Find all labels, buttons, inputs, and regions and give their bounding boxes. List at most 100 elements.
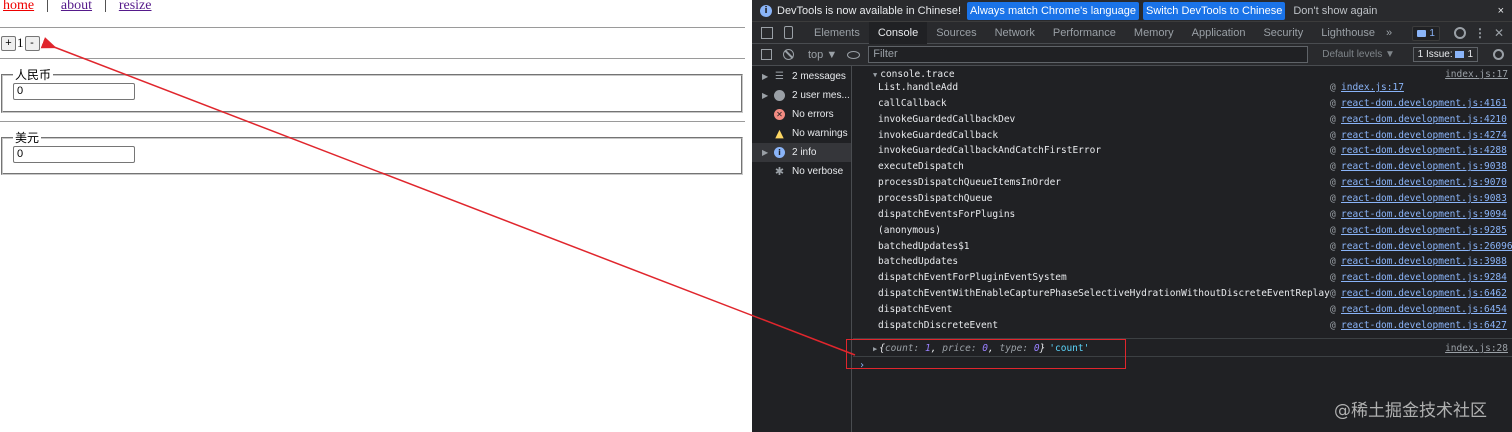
trace-source-link[interactable]: index.js:17 [1445,69,1508,80]
stack-frame-row: executeDispatch @ react-dom.development.js… [878,159,1508,175]
usd-input[interactable]: 0 [13,146,135,163]
counter: + 1 - [1,35,40,51]
issues-counter[interactable]: 1 Issue: 1 [1412,47,1478,62]
live-expression-eye-icon[interactable] [847,50,861,59]
sidebar-item-label: No warnings [792,128,848,139]
message-icon [1417,29,1427,37]
dont-show-again-link[interactable]: Don't show again [1293,5,1377,17]
stack-frame-row: (anonymous) @ react-dom.development.js:928… [878,223,1508,239]
show-sidebar-icon[interactable] [761,49,772,60]
expand-triangle-icon: ▶ [762,91,769,100]
highlight-box [846,339,1126,369]
kebab-menu-icon[interactable]: ⋮ [1474,26,1486,40]
frame-function-name: executeDispatch [878,161,964,173]
frame-source-link[interactable]: index.js:17 [1341,80,1404,96]
frame-at-symbol: @ [1330,224,1336,236]
frame-source-link[interactable]: react-dom.development.js:9070 [1341,175,1507,191]
close-devtools-icon[interactable]: ✕ [1494,26,1504,40]
sidebar-item-messages[interactable]: ▶ ☰ 2 messages [752,67,851,86]
frame-source-link[interactable]: react-dom.development.js:26096 [1341,239,1512,255]
inspect-element-icon[interactable] [761,26,773,39]
frame-at-symbol: @ [1330,288,1336,300]
nav-link-about[interactable]: about [61,0,92,13]
stack-frame-row: batchedUpdates$1 @ react-dom.development.j… [878,239,1512,255]
tab-memory[interactable]: Memory [1125,22,1183,44]
increment-button[interactable]: + [1,35,16,51]
watermark: @稀土掘金技术社区 [1334,401,1487,421]
frame-function-name: dispatchEventsForPlugins [878,208,1016,220]
console-settings-gear-icon[interactable] [1493,49,1504,60]
frame-at-symbol: @ [1330,161,1336,173]
frame-at-symbol: @ [1330,303,1336,315]
switch-to-chinese-button[interactable]: Switch DevTools to Chinese [1143,1,1286,20]
stack-frame-row: dispatchEvent @ react-dom.development.js:6… [878,302,1508,318]
stack-frame-row: processDispatchQueueItemsInOrder @ react-d… [878,175,1508,191]
frame-function-name: batchedUpdates [878,256,959,268]
frame-source-link[interactable]: react-dom.development.js:9285 [1341,223,1507,239]
nav-bar: home | about | resize [3,0,152,14]
frame-source-link[interactable]: react-dom.development.js:4274 [1341,128,1507,144]
frame-source-link[interactable]: react-dom.development.js:9038 [1341,159,1507,175]
device-toolbar-icon[interactable] [784,26,793,39]
frame-source-link[interactable]: react-dom.development.js:9284 [1341,270,1507,286]
verbose-icon: ✱ [774,165,785,178]
tab-elements[interactable]: Elements [805,22,869,44]
stack-frame-row: batchedUpdates @ react-dom.development.js:… [878,254,1508,270]
stack-frame-row: invokeGuardedCallbackAndCatchFirstError @… [878,143,1508,159]
frame-at-symbol: @ [1330,82,1336,93]
context-selector[interactable]: top ▼ [808,49,837,61]
trace-header[interactable]: ▼ console.trace [873,69,955,80]
decrement-button[interactable]: - [24,35,40,51]
expand-triangle-icon: ▶ [762,72,769,81]
frame-at-symbol: @ [1330,129,1336,141]
frame-source-link[interactable]: react-dom.development.js:4210 [1341,112,1507,128]
user-icon [774,90,785,101]
issues-label: 1 Issue: [1417,49,1453,60]
counter-value: 1 [17,35,24,50]
rmb-input[interactable]: 0 [13,83,135,100]
more-tabs-icon[interactable]: » [1386,27,1392,39]
frame-source-link[interactable]: react-dom.development.js:9083 [1341,191,1507,207]
stack-frame-row: dispatchEventWithEnableCapturePhaseSelec… [878,286,1508,302]
expand-triangle-icon: ▶ [762,148,769,157]
frame-source-link[interactable]: react-dom.development.js:3988 [1341,254,1507,270]
rmb-legend: 人民币 [15,68,52,82]
frame-source-link[interactable]: react-dom.development.js:6462 [1341,286,1507,302]
nav-link-home[interactable]: home [3,0,34,13]
divider [0,58,745,59]
sidebar-item-verbose[interactable]: ✱ No verbose [752,162,851,181]
clear-console-icon[interactable] [783,49,794,60]
tab-application[interactable]: Application [1183,22,1255,44]
frame-source-link[interactable]: react-dom.development.js:6454 [1341,302,1507,318]
tab-lighthouse[interactable]: Lighthouse [1312,22,1384,44]
object-source-link[interactable]: index.js:28 [1445,343,1508,354]
sidebar-item-user-messages[interactable]: ▶ 2 user mes... [752,86,851,105]
stack-frame-row: processDispatchQueue @ react-dom.developme… [878,191,1508,207]
tab-security[interactable]: Security [1254,22,1312,44]
frame-function-name: processDispatchQueue [878,192,993,204]
frame-source-link[interactable]: react-dom.development.js:4161 [1341,96,1507,112]
close-icon[interactable]: × [1498,5,1504,17]
console-toolbar: top ▼ Filter Default levels ▼ 1 Issue: 1 [752,44,1512,66]
stack-frame-row: dispatchDiscreteEvent @ react-dom.developm… [878,318,1508,334]
sidebar-item-warnings[interactable]: ▲ No warnings [752,124,851,143]
frame-function-name: invokeGuardedCallbackAndCatchFirstError [878,145,1102,157]
messages-badge[interactable]: 1 [1412,25,1440,41]
log-levels-dropdown[interactable]: Default levels ▼ [1322,49,1395,60]
settings-gear-icon[interactable] [1453,27,1466,39]
nav-link-resize[interactable]: resize [119,0,152,13]
tab-network[interactable]: Network [986,22,1044,44]
infobar-message: DevTools is now available in Chinese! [777,4,962,17]
filter-input[interactable]: Filter [868,46,1309,63]
sidebar-item-errors[interactable]: ✕ No errors [752,105,851,124]
tab-sources[interactable]: Sources [927,22,985,44]
usd-fieldset: 美元 0 [1,129,743,175]
frame-source-link[interactable]: react-dom.development.js:9094 [1341,207,1507,223]
sidebar-item-info[interactable]: ▶ i 2 info [752,143,851,162]
list-icon: ☰ [775,71,784,82]
tab-performance[interactable]: Performance [1044,22,1125,44]
frame-source-link[interactable]: react-dom.development.js:6427 [1341,318,1507,334]
frame-source-link[interactable]: react-dom.development.js:4288 [1341,143,1507,159]
tab-console[interactable]: Console [868,21,928,44]
always-match-language-button[interactable]: Always match Chrome's language [967,1,1140,20]
